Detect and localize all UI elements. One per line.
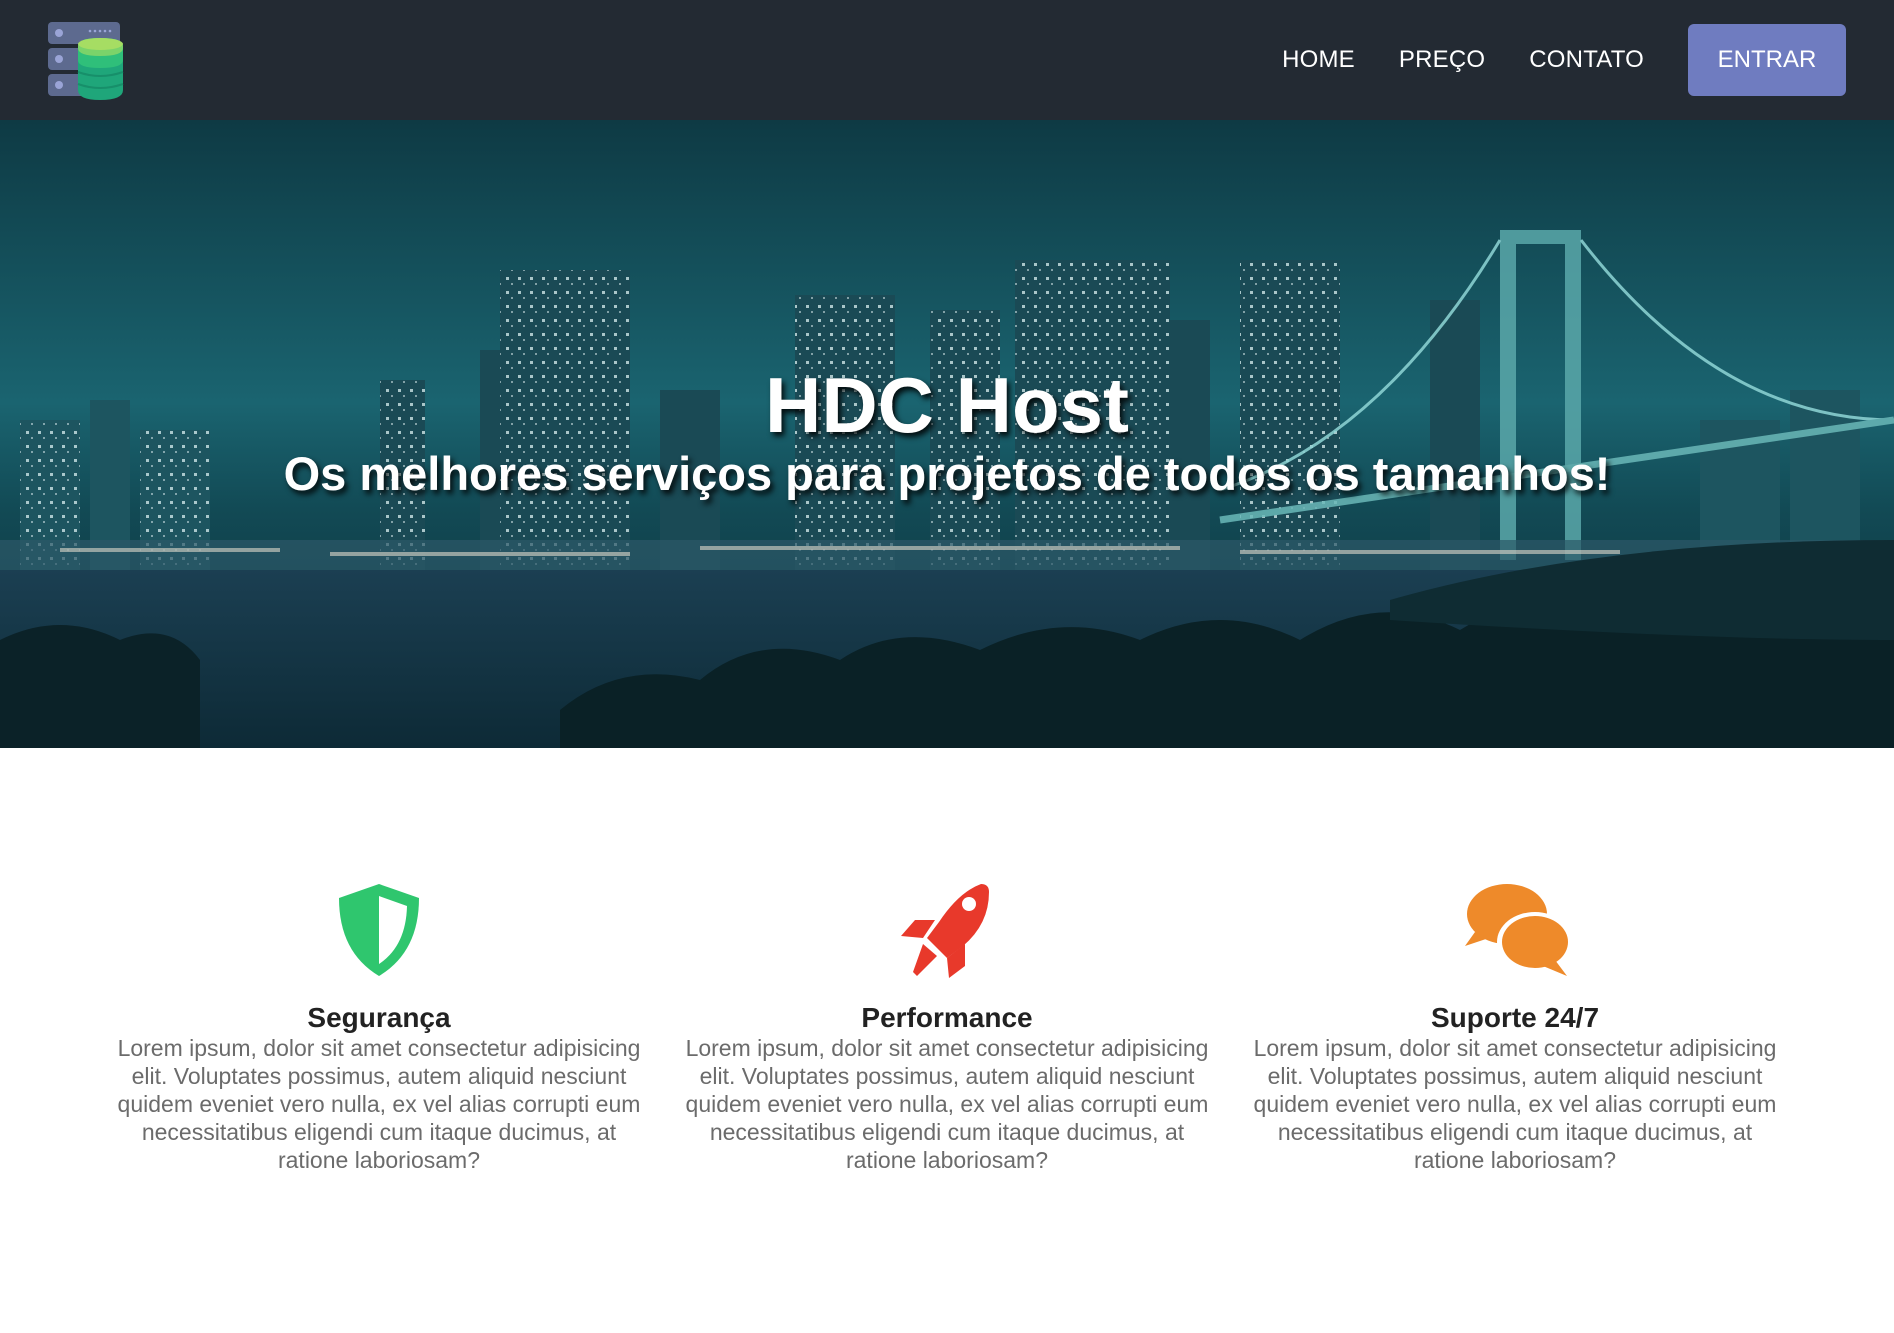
feature-support: Suporte 24/7 Lorem ipsum, dolor sit amet… xyxy=(1250,880,1780,1174)
nav-home-link[interactable]: HOME xyxy=(1282,46,1355,74)
feature-description: Lorem ipsum, dolor sit amet consectetur … xyxy=(1253,1035,1777,1173)
feature-security: Segurança Lorem ipsum, dolor sit amet co… xyxy=(114,880,644,1174)
chat-bubbles-icon xyxy=(1465,884,1573,976)
nav-contact-link[interactable]: CONTATO xyxy=(1529,46,1644,74)
hero-banner: HDC Host Os melhores serviços para proje… xyxy=(0,120,1894,748)
features-section: Segurança Lorem ipsum, dolor sit amet co… xyxy=(0,880,1894,1174)
main-nav: HOME PREÇO CONTATO ENTRAR xyxy=(1238,24,1846,96)
hero-title: HDC Host xyxy=(765,361,1129,449)
feature-performance: Performance Lorem ipsum, dolor sit amet … xyxy=(682,880,1212,1174)
feature-title: Suporte 24/7 xyxy=(1430,1002,1600,1033)
feature-title: Segurança xyxy=(307,1002,451,1033)
rocket-icon xyxy=(901,884,989,978)
shield-icon xyxy=(339,884,419,976)
login-button[interactable]: ENTRAR xyxy=(1688,24,1846,96)
feature-description: Lorem ipsum, dolor sit amet consectetur … xyxy=(117,1035,641,1173)
feature-title: Performance xyxy=(861,1002,1033,1033)
hero-heading-group: HDC Host Os melhores serviços para proje… xyxy=(0,360,1894,502)
hero-subtitle: Os melhores serviços para projetos de to… xyxy=(283,447,1611,500)
top-navbar: HOME PREÇO CONTATO ENTRAR xyxy=(0,0,1894,120)
feature-description: Lorem ipsum, dolor sit amet consectetur … xyxy=(685,1035,1209,1173)
nav-price-link[interactable]: PREÇO xyxy=(1399,46,1485,74)
server-database-icon[interactable] xyxy=(48,20,128,100)
